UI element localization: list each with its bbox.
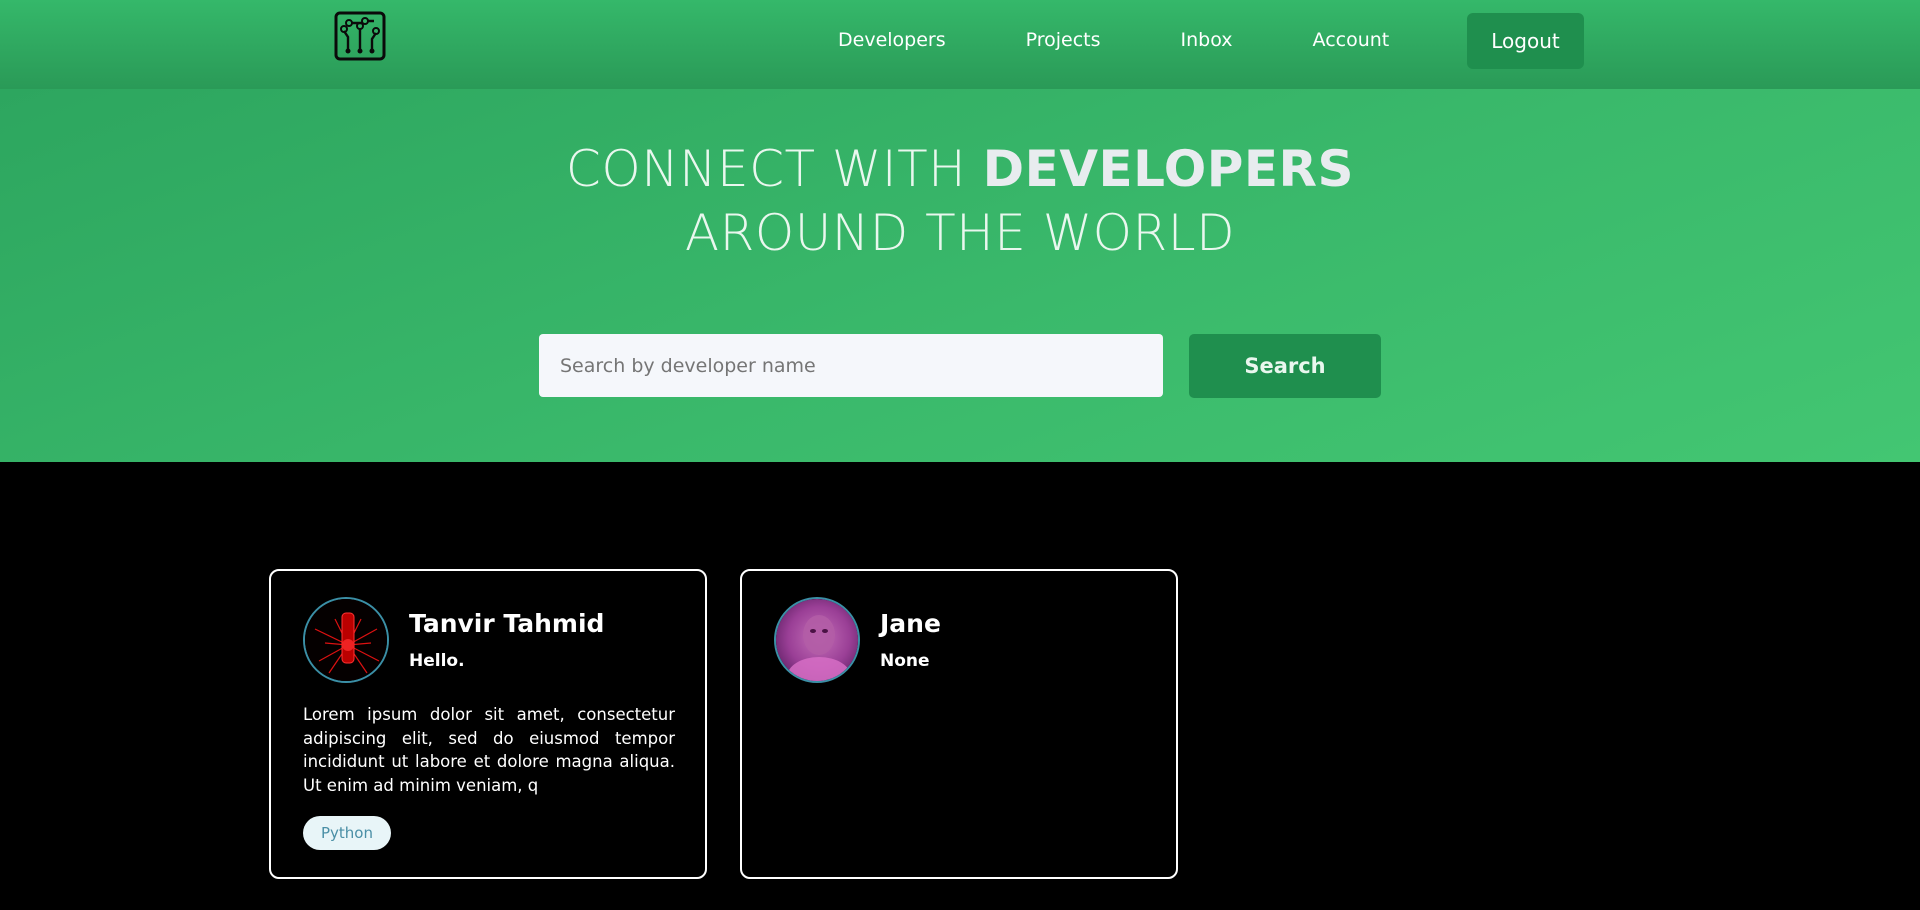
circuit-board-icon[interactable] [334, 11, 386, 61]
hero-title-light: CONNECT WITH [565, 140, 983, 198]
hero-title: CONNECT WITH DEVELOPERS AROUND THE WORLD [0, 137, 1920, 265]
hero-title-bold: DEVELOPERS [982, 140, 1355, 198]
search-input[interactable] [539, 334, 1163, 397]
navbar: Developers Projects Inbox Account Logout [0, 0, 1920, 89]
hero-title-line2: AROUND THE WORLD [684, 204, 1236, 262]
nav-link-projects[interactable]: Projects [1026, 29, 1101, 51]
developer-headline: None [880, 651, 930, 671]
developer-name: Jane [880, 609, 941, 638]
avatar [774, 597, 860, 683]
nav-link-inbox[interactable]: Inbox [1181, 29, 1233, 51]
developer-name: Tanvir Tahmid [409, 609, 605, 638]
developer-headline: Hello. [409, 651, 465, 671]
nav-links: Developers Projects Inbox Account [838, 0, 1469, 79]
developer-card[interactable]: Tanvir Tahmid Hello. Lorem ipsum dolor s… [269, 569, 707, 879]
skill-tag[interactable]: Python [303, 816, 391, 850]
hero-section: CONNECT WITH DEVELOPERS AROUND THE WORLD… [0, 89, 1920, 462]
nav-link-developers[interactable]: Developers [838, 29, 946, 51]
developer-card[interactable]: Jane None [740, 569, 1178, 879]
nav-link-account[interactable]: Account [1313, 29, 1390, 51]
developer-bio: Lorem ipsum dolor sit amet, consectetur … [303, 705, 675, 795]
avatar [303, 597, 389, 683]
search-button[interactable]: Search [1189, 334, 1381, 398]
logout-button[interactable]: Logout [1467, 13, 1584, 69]
